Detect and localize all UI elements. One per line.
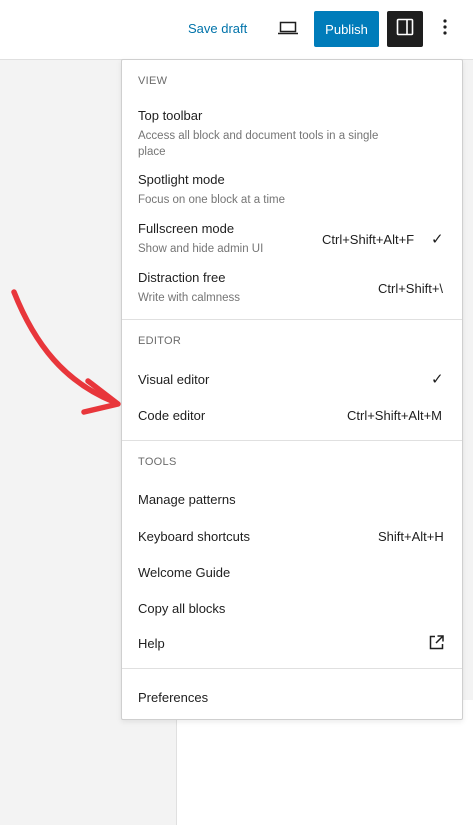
menu-item-welcome-guide[interactable]: Welcome Guide <box>122 555 462 589</box>
menu-item-keyboard-shortcuts[interactable]: Keyboard shortcuts Shift+Alt+H <box>122 519 462 553</box>
menu-item-top-toolbar[interactable]: Top toolbar Access all block and documen… <box>122 100 462 162</box>
menu-item-spotlight-mode[interactable]: Spotlight mode Focus on one block at a t… <box>122 164 462 210</box>
menu-item-shortcut: Ctrl+Shift+\ <box>378 281 444 296</box>
menu-divider <box>122 319 462 320</box>
menu-item-description: Write with calmness <box>138 292 241 304</box>
menu-divider <box>122 668 462 669</box>
menu-item-fullscreen-mode[interactable]: Fullscreen mode Show and hide admin UI C… <box>122 213 462 259</box>
menu-item-title: Copy all blocks <box>138 601 226 616</box>
section-label-editor: EDITOR <box>138 335 182 347</box>
menu-item-shortcut: Ctrl+Shift+Alt+M <box>347 408 443 423</box>
save-draft-button[interactable]: Save draft <box>188 21 247 36</box>
menu-item-shortcut: Ctrl+Shift+Alt+F <box>322 232 415 247</box>
publish-label: Publish <box>325 21 368 37</box>
editor-page: Save draft Publish VIEW Top toolbar Acce… <box>0 0 473 825</box>
menu-divider <box>122 440 462 441</box>
menu-item-code-editor[interactable]: Code editor Ctrl+Shift+Alt+M <box>122 398 462 432</box>
menu-item-title: Manage patterns <box>138 492 236 507</box>
checkmark-icon: ✓ <box>431 231 444 248</box>
menu-item-title: Keyboard shortcuts <box>138 529 251 544</box>
menu-item-help[interactable]: Help <box>122 626 462 660</box>
menu-item-title: Code editor <box>138 408 206 423</box>
publish-button[interactable]: Publish <box>314 11 379 47</box>
options-button[interactable] <box>432 14 458 44</box>
menu-item-title: Visual editor <box>138 372 210 387</box>
settings-button[interactable] <box>387 11 423 47</box>
sidebar-toggle-icon <box>396 18 414 41</box>
checkmark-icon: ✓ <box>431 371 444 388</box>
menu-item-distraction-free[interactable]: Distraction free Write with calmness Ctr… <box>122 262 462 308</box>
menu-item-title: Distraction free <box>138 270 226 285</box>
more-vertical-icon <box>442 17 448 42</box>
menu-item-title: Help <box>138 636 165 651</box>
menu-item-title: Top toolbar <box>138 108 203 123</box>
external-link-icon <box>428 634 445 656</box>
menu-item-title: Welcome Guide <box>138 565 231 580</box>
laptop-icon <box>277 20 299 41</box>
section-label-tools: TOOLS <box>138 456 177 468</box>
menu-item-shortcut: Shift+Alt+H <box>378 529 444 544</box>
menu-item-description: Access all block and document tools in a… <box>138 130 379 158</box>
menu-item-description: Focus on one block at a time <box>138 194 286 206</box>
menu-item-title: Spotlight mode <box>138 172 225 187</box>
menu-item-copy-all-blocks[interactable]: Copy all blocks <box>122 591 462 625</box>
editor-header: Save draft Publish <box>0 0 473 60</box>
menu-item-title: Preferences <box>138 690 209 705</box>
menu-item-title: Fullscreen mode <box>138 221 235 236</box>
menu-item-preferences[interactable]: Preferences <box>122 680 462 714</box>
menu-item-manage-patterns[interactable]: Manage patterns <box>122 482 462 516</box>
menu-item-visual-editor[interactable]: Visual editor ✓ <box>122 362 462 396</box>
preview-button[interactable] <box>273 16 303 44</box>
options-menu: VIEW Top toolbar Access all block and do… <box>121 59 463 720</box>
section-label-view: VIEW <box>138 75 168 87</box>
